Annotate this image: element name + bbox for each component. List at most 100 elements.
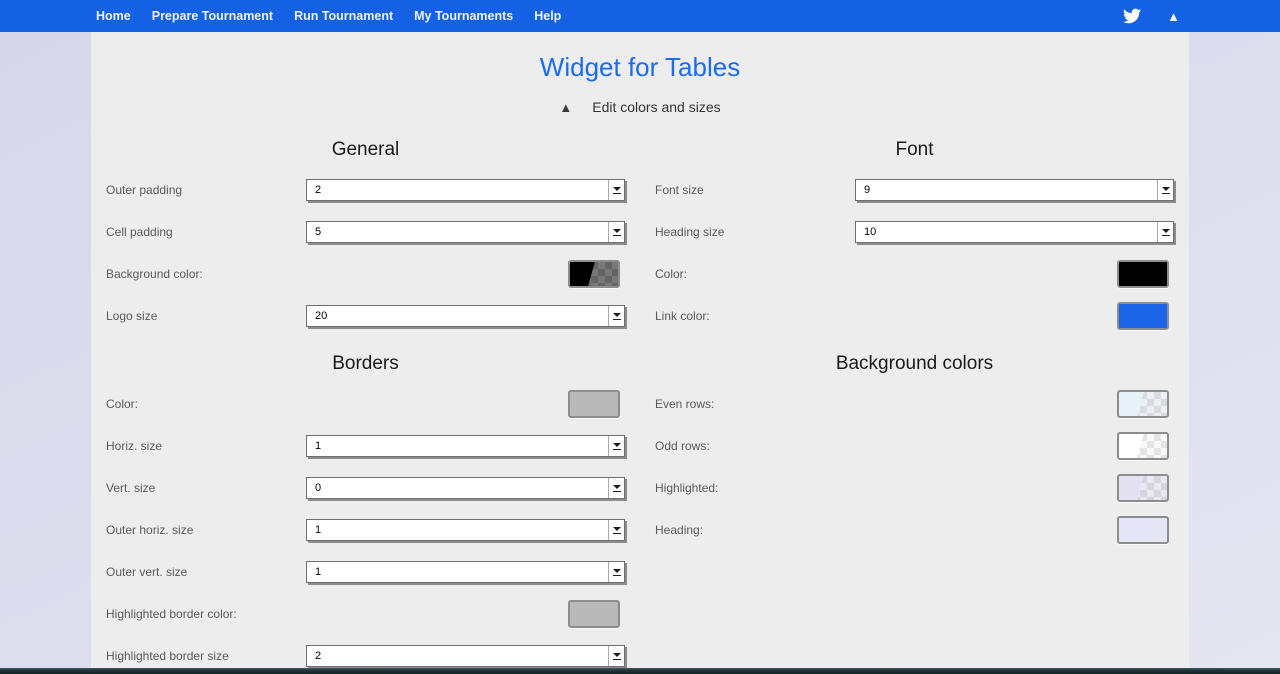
- even-rows-swatch[interactable]: [1117, 390, 1169, 418]
- setting-label: Horiz. size: [106, 439, 306, 453]
- transparency-checker: [1119, 434, 1167, 458]
- setting-label: Background color:: [106, 267, 306, 281]
- nav-item-my-tournaments[interactable]: My Tournaments: [414, 9, 513, 23]
- setting-row-cell-padding: Cell padding5: [91, 211, 640, 253]
- horiz-size-select[interactable]: 1: [306, 435, 625, 457]
- setting-label: Heading:: [655, 523, 855, 537]
- dropdown-arrow-icon[interactable]: [608, 306, 624, 326]
- dropdown-arrow-icon[interactable]: [1157, 222, 1173, 242]
- setting-row-font-size: Font size9: [640, 169, 1189, 211]
- transparency-checker: [1119, 392, 1167, 416]
- setting-row-outer-vert-size: Outer vert. size1: [91, 551, 640, 593]
- setting-label: Even rows:: [655, 397, 855, 411]
- background-color-swatch[interactable]: [568, 260, 620, 288]
- setting-label: Logo size: [106, 309, 306, 323]
- outer-padding-select[interactable]: 2: [306, 179, 625, 201]
- nav-item-help[interactable]: Help: [534, 9, 561, 23]
- setting-row-link-color: Link color:: [640, 295, 1189, 337]
- dropdown-arrow-icon[interactable]: [608, 222, 624, 242]
- setting-label: Color:: [655, 267, 855, 281]
- setting-row-heading-size: Heading size10: [640, 211, 1189, 253]
- setting-row-heading: Heading:: [640, 509, 1189, 551]
- link-color-swatch[interactable]: [1117, 302, 1169, 330]
- logo-size-select[interactable]: 20: [306, 305, 625, 327]
- dropdown-arrow-icon[interactable]: [608, 180, 624, 200]
- section-borders: BordersColor:Horiz. size1Vert. size0Oute…: [91, 337, 640, 674]
- scroll-top-icon[interactable]: ▲: [1167, 10, 1180, 23]
- font-size-select[interactable]: 9: [855, 179, 1174, 201]
- nav-item-prepare-tournament[interactable]: Prepare Tournament: [152, 9, 273, 23]
- setting-row-highlighted-border-color: Highlighted border color:: [91, 593, 640, 635]
- section-heading: Background colors: [640, 353, 1189, 375]
- content-panel: Widget for Tables ▲ Edit colors and size…: [91, 32, 1189, 674]
- transparency-checker: [1119, 476, 1167, 500]
- transparency-checker: [570, 262, 618, 286]
- setting-row-background-color: Background color:: [91, 253, 640, 295]
- edit-colors-label: Edit colors and sizes: [592, 99, 720, 115]
- vert-size-select[interactable]: 0: [306, 477, 625, 499]
- select-value: 1: [307, 520, 608, 540]
- setting-label: Outer vert. size: [106, 565, 306, 579]
- setting-row-logo-size: Logo size20: [91, 295, 640, 337]
- outer-vert-size-select[interactable]: 1: [306, 561, 625, 583]
- select-value: 1: [307, 436, 608, 456]
- select-value: 9: [856, 180, 1157, 200]
- page-title: Widget for Tables: [91, 52, 1189, 83]
- cell-padding-select[interactable]: 5: [306, 221, 625, 243]
- select-value: 0: [307, 478, 608, 498]
- collapse-triangle-icon[interactable]: ▲: [559, 101, 572, 114]
- color-swatch[interactable]: [1117, 260, 1169, 288]
- section-heading: Font: [640, 139, 1189, 161]
- setting-label: Outer horiz. size: [106, 523, 306, 537]
- nav-item-run-tournament[interactable]: Run Tournament: [294, 9, 393, 23]
- heading-size-select[interactable]: 10: [855, 221, 1174, 243]
- setting-label: Font size: [655, 183, 855, 197]
- setting-row-color: Color:: [91, 383, 640, 425]
- setting-label: Odd rows:: [655, 439, 855, 453]
- dropdown-arrow-icon[interactable]: [608, 436, 624, 456]
- dropdown-arrow-icon[interactable]: [608, 562, 624, 582]
- setting-row-outer-horiz-size: Outer horiz. size1: [91, 509, 640, 551]
- setting-label: Heading size: [655, 225, 855, 239]
- dropdown-arrow-icon[interactable]: [1157, 180, 1173, 200]
- setting-row-outer-padding: Outer padding2: [91, 169, 640, 211]
- select-value: 20: [307, 306, 608, 326]
- twitter-icon[interactable]: [1121, 7, 1143, 25]
- setting-label: Color:: [106, 397, 306, 411]
- setting-label: Outer padding: [106, 183, 306, 197]
- odd-rows-swatch[interactable]: [1117, 432, 1169, 460]
- setting-row-highlighted: Highlighted:: [640, 467, 1189, 509]
- setting-label: Link color:: [655, 309, 855, 323]
- setting-row-vert-size: Vert. size0: [91, 467, 640, 509]
- navbar: Home Prepare Tournament Run Tournament My T…: [0, 0, 1280, 32]
- dropdown-arrow-icon[interactable]: [608, 646, 624, 666]
- color-swatch[interactable]: [568, 390, 620, 418]
- edit-colors-toggle[interactable]: ▲ Edit colors and sizes: [91, 99, 1189, 115]
- heading-swatch[interactable]: [1117, 516, 1169, 544]
- section-general: GeneralOuter padding2Cell padding5Backgr…: [91, 123, 640, 337]
- highlighted-swatch[interactable]: [1117, 474, 1169, 502]
- dropdown-arrow-icon[interactable]: [608, 478, 624, 498]
- select-value: 2: [307, 646, 608, 666]
- section-background-colors: Background colors Even rows: Odd rows: High…: [640, 337, 1189, 674]
- select-value: 5: [307, 222, 608, 242]
- dropdown-arrow-icon[interactable]: [608, 520, 624, 540]
- setting-label: Highlighted border size: [106, 649, 306, 663]
- section-heading: Borders: [91, 353, 640, 375]
- highlighted-border-color-swatch[interactable]: [568, 600, 620, 628]
- settings-grid: GeneralOuter padding2Cell padding5Backgr…: [91, 123, 1189, 674]
- setting-label: Vert. size: [106, 481, 306, 495]
- setting-label: Cell padding: [106, 225, 306, 239]
- window-bottom-edge: [0, 668, 1280, 674]
- setting-row-even-rows: Even rows:: [640, 383, 1189, 425]
- select-value: 10: [856, 222, 1157, 242]
- setting-row-color: Color:: [640, 253, 1189, 295]
- section-font: FontFont size9Heading size10Color:Link c…: [640, 123, 1189, 337]
- outer-horiz-size-select[interactable]: 1: [306, 519, 625, 541]
- setting-row-odd-rows: Odd rows:: [640, 425, 1189, 467]
- setting-label: Highlighted:: [655, 481, 855, 495]
- nav-items: Home Prepare Tournament Run Tournament My T…: [96, 9, 561, 23]
- nav-item-home[interactable]: Home: [96, 9, 131, 23]
- select-value: 2: [307, 180, 608, 200]
- highlighted-border-size-select[interactable]: 2: [306, 645, 625, 667]
